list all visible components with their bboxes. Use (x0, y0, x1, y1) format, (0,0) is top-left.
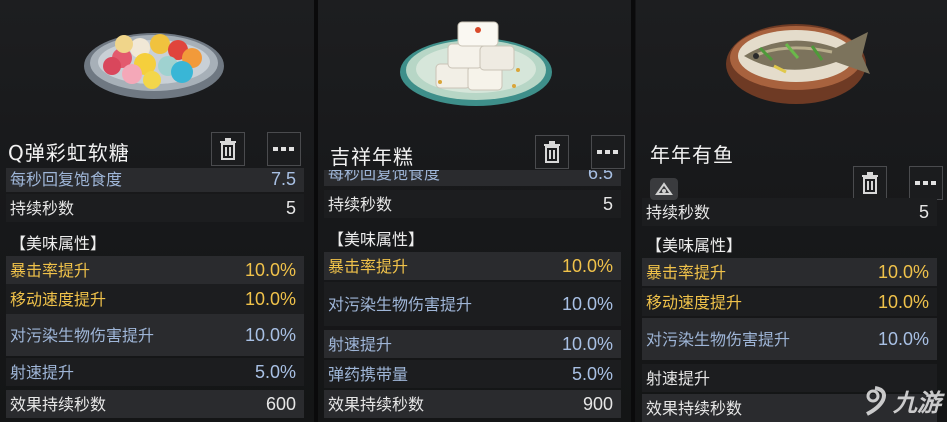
item-card-rice-cake: 吉祥年糕 每秒回复饱食度 6.5 持续秒数 5 【美味属性】 暴击率提升 10.… (318, 0, 631, 422)
attr-row: 对污染生物伤害提升 10.0% (6, 314, 304, 356)
attr-row: 弹药携带量 5.0% (324, 360, 621, 388)
rice-cake-image (400, 21, 552, 106)
stat-row: 持续秒数 5 (642, 198, 937, 226)
more-dots-icon (915, 181, 936, 185)
stat-row: 每秒回复饱食度 6.5 (324, 170, 621, 186)
attr-row: 效果持续秒数 900 (324, 390, 621, 418)
rarity-icon (650, 178, 678, 200)
attr-row: 暴击率提升 10.0% (642, 258, 937, 286)
stats-list: 每秒回复饱食度 7.5 持续秒数 5 【美味属性】 暴击率提升 10.0% 移动… (6, 168, 304, 422)
section-heading: 【美味属性】 (646, 236, 743, 255)
section-heading: 【美味属性】 (328, 230, 425, 249)
item-title: 吉祥年糕 (330, 145, 414, 169)
watermark-text: 九游 (893, 389, 941, 417)
nine-game-logo-icon (866, 385, 886, 416)
watermark-logo: 九游 (861, 383, 941, 418)
rainbow-candy-image (84, 33, 224, 99)
trash-icon (220, 138, 236, 160)
more-button[interactable] (591, 135, 625, 169)
item-card-rainbow-candy: Q弹彩虹软糖 每秒回复饱食度 7.5 持续秒数 5 【美味属性】 暴击率提升 1… (0, 0, 314, 422)
more-button[interactable] (909, 166, 943, 200)
attr-row: 射速提升 10.0% (324, 330, 621, 358)
delete-button[interactable] (853, 166, 887, 200)
stat-row: 每秒回复饱食度 7.5 (6, 168, 304, 192)
attr-row: 对污染生物伤害提升 10.0% (642, 318, 937, 360)
stat-row: 持续秒数 5 (324, 190, 621, 218)
delete-button[interactable] (211, 132, 245, 166)
more-dots-icon (597, 150, 618, 154)
attr-row: 暴击率提升 10.0% (6, 256, 304, 284)
attr-row: 射速提升 5.0% (6, 358, 304, 386)
attr-row: 效果持续秒数 600 (6, 390, 304, 418)
more-dots-icon (273, 147, 294, 151)
attr-row: 暴击率提升 10.0% (324, 252, 621, 280)
delete-button[interactable] (535, 135, 569, 169)
trash-icon (862, 172, 878, 194)
section-heading: 【美味属性】 (10, 234, 107, 253)
item-card-fish: 年年有鱼 持续秒数 5 【美味属性】 暴击率提升 10.0% 移动速度提升 10… (636, 0, 947, 422)
item-title: Q弹彩虹软糖 (8, 141, 130, 165)
trash-icon (544, 141, 560, 163)
attr-row: 移动速度提升 10.0% (6, 284, 304, 314)
item-title: 年年有鱼 (650, 143, 734, 167)
attr-row: 对污染生物伤害提升 10.0% (324, 282, 621, 326)
more-button[interactable] (267, 132, 301, 166)
fish-dish-image (726, 24, 870, 104)
panel-divider (631, 0, 635, 422)
stats-list: 每秒回复饱食度 6.5 持续秒数 5 【美味属性】 暴击率提升 10.0% 对污… (324, 170, 621, 422)
stat-row: 持续秒数 5 (6, 194, 304, 222)
attr-row: 移动速度提升 10.0% (642, 288, 937, 316)
